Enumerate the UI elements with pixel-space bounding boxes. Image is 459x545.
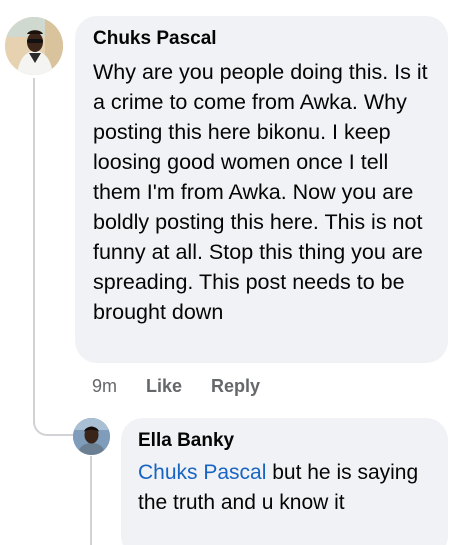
- profile-photo-icon: [73, 418, 110, 455]
- mention-link[interactable]: Chuks Pascal: [138, 461, 266, 484]
- comment-actions: 9m Like Reply: [92, 374, 260, 398]
- reply-avatar[interactable]: [73, 418, 110, 455]
- comment-author-name[interactable]: Chuks Pascal: [93, 28, 430, 50]
- avatar[interactable]: [5, 17, 63, 75]
- comment-thread: Chuks Pascal Why are you people doing th…: [0, 0, 459, 545]
- thread-connector-curve: [33, 404, 73, 436]
- comment-bubble: Chuks Pascal Why are you people doing th…: [75, 16, 448, 363]
- reply-bubble: Ella Banky Chuks Pascal but he is saying…: [121, 418, 448, 545]
- thread-connector-line: [33, 78, 35, 424]
- like-button[interactable]: Like: [146, 376, 182, 397]
- reply-thread-connector-line: [90, 456, 92, 545]
- comment-timestamp[interactable]: 9m: [92, 376, 117, 397]
- reply-button[interactable]: Reply: [211, 376, 260, 397]
- comment-text: Why are you people doing this. Is it a c…: [93, 60, 428, 324]
- reply-author-name[interactable]: Ella Banky: [138, 430, 431, 452]
- reply-text: Chuks Pascal but he is saying the truth …: [138, 458, 431, 518]
- profile-photo-icon: [5, 17, 63, 75]
